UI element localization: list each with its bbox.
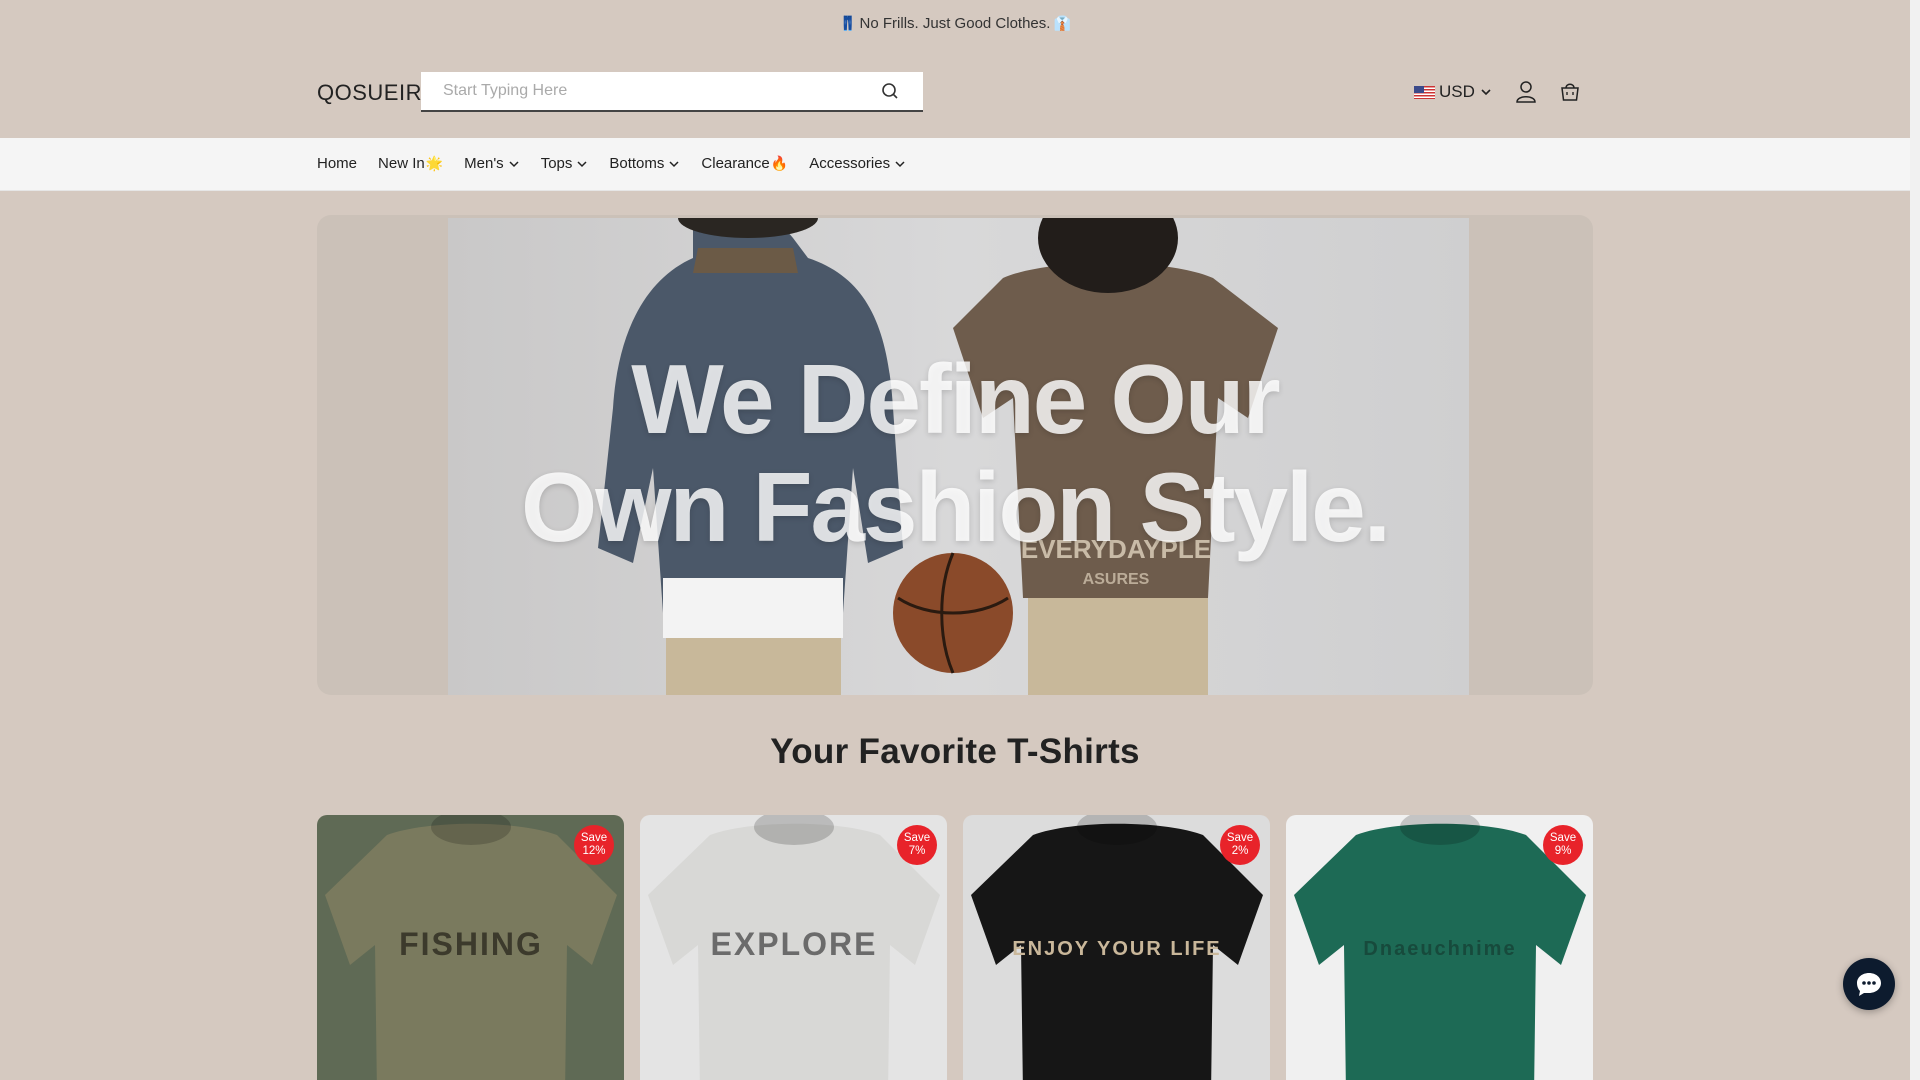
nav-item-label: Men's xyxy=(464,155,504,172)
shirt-print-text: EXPLORE xyxy=(711,926,878,962)
hero-title-line-1: We Define Our xyxy=(631,344,1280,454)
nav-item-new-in[interactable]: New In 🌟 xyxy=(378,155,443,172)
brand-logo[interactable]: QOSUEIR xyxy=(317,80,422,106)
shirt-emoji: 👔 xyxy=(1053,14,1071,31)
badge-value: 12% xyxy=(582,845,606,857)
badge-label: Save xyxy=(1226,832,1254,844)
currency-label: USD xyxy=(1439,82,1475,101)
search-icon[interactable] xyxy=(881,82,899,105)
badge-label: Save xyxy=(903,832,931,844)
product-card[interactable]: Save 9% Dnaeuchnime xyxy=(1286,815,1593,1080)
product-card[interactable]: Save 7% EXPLORE xyxy=(640,815,947,1080)
search-box[interactable] xyxy=(421,72,923,112)
site-header: QOSUEIR USD xyxy=(0,46,1910,138)
nav-item-mens[interactable]: Men's xyxy=(464,155,520,172)
badge-value: 9% xyxy=(1554,845,1572,857)
product-card[interactable]: Save 12% FISHING xyxy=(317,815,624,1080)
nav-item-label: Home xyxy=(317,155,358,172)
jeans-emoji: 👖 xyxy=(839,14,857,31)
hero-title: We Define Our Own Fashion Style. xyxy=(317,345,1593,561)
badge-value: 2% xyxy=(1231,845,1249,857)
shirt-print-text: Dnaeuchnime xyxy=(1363,938,1516,960)
discount-badge: Save 2% xyxy=(1220,825,1260,865)
user-icon[interactable] xyxy=(1515,80,1537,109)
nav-item-accessories[interactable]: Accessories xyxy=(809,155,906,172)
announcement-bar: 👖 No Frills. Just Good Clothes. 👔 xyxy=(0,0,1910,46)
product-card[interactable]: Save 2% ENJOY YOUR LIFE xyxy=(963,815,1270,1080)
nav-item-label: New In xyxy=(378,155,425,172)
badge-label: Save xyxy=(580,832,608,844)
page-scrollbar[interactable] xyxy=(1910,0,1920,1080)
nav-item-label: Accessories xyxy=(809,155,891,172)
nav-item-label: Bottoms xyxy=(609,155,665,172)
cart-icon[interactable] xyxy=(1559,80,1581,107)
chevron-down-icon xyxy=(577,160,587,167)
chat-button[interactable] xyxy=(1843,958,1895,1010)
chevron-down-icon xyxy=(1481,89,1491,96)
nav-item-clearance[interactable]: Clearance 🔥 xyxy=(701,155,788,172)
currency-selector[interactable]: USD xyxy=(1414,82,1493,102)
chevron-down-icon xyxy=(895,160,905,167)
nav-item-tops[interactable]: Tops xyxy=(541,155,589,172)
hero-banner[interactable]: EVERYDAYPLE ASURES We Define Our Own Fas… xyxy=(317,215,1593,695)
discount-badge: Save 9% xyxy=(1543,825,1583,865)
discount-badge: Save 7% xyxy=(897,825,937,865)
badge-value: 7% xyxy=(908,845,926,857)
chat-icon xyxy=(1857,973,1881,996)
us-flag-icon xyxy=(1414,85,1435,99)
product-grid: Save 12% FISHING Save 7% EXPLORE Save 2%… xyxy=(317,815,1593,1080)
section-title: Your Favorite T-Shirts xyxy=(770,732,1140,771)
nav-item-label: Clearance xyxy=(701,155,770,172)
fire-icon: 🔥 xyxy=(770,155,789,171)
svg-text:ASURES: ASURES xyxy=(1083,571,1150,588)
nav-item-bottoms[interactable]: Bottoms xyxy=(609,155,680,172)
badge-label: Save xyxy=(1549,832,1577,844)
announcement-text: No Frills. Just Good Clothes. xyxy=(859,14,1051,32)
shirt-print-text: FISHING xyxy=(399,926,543,962)
chevron-down-icon xyxy=(509,160,519,167)
hero-title-line-2: Own Fashion Style. xyxy=(521,452,1391,562)
nav-item-home[interactable]: Home xyxy=(317,155,357,172)
shirt-print-text: ENJOY YOUR LIFE xyxy=(1012,938,1221,960)
discount-badge: Save 12% xyxy=(574,825,614,865)
star-icon: 🌟 xyxy=(425,155,444,171)
nav-item-label: Tops xyxy=(540,155,573,172)
search-input[interactable] xyxy=(421,82,861,100)
main-nav: Home New In 🌟 Men's Tops Bottoms Clearan… xyxy=(0,138,1910,191)
chevron-down-icon xyxy=(669,160,679,167)
